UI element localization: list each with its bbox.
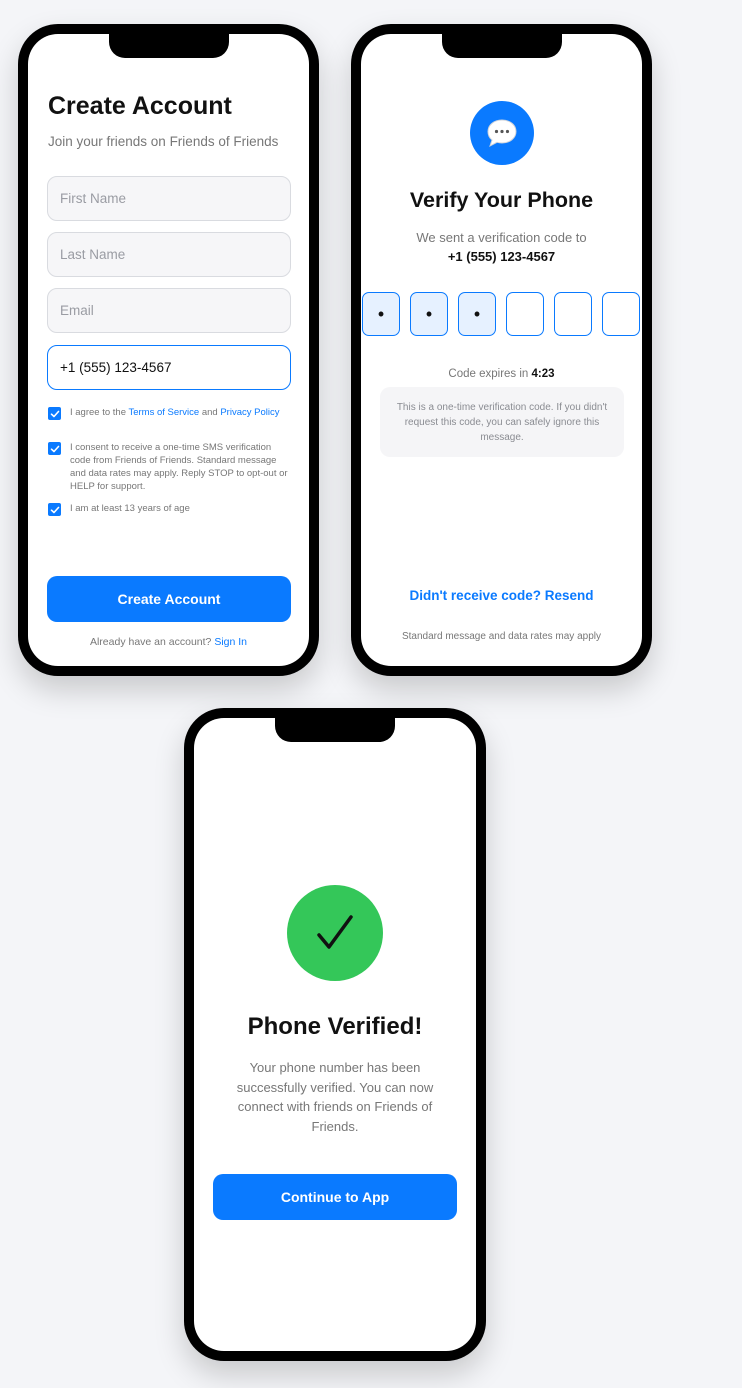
last-name-input[interactable] xyxy=(47,232,291,277)
rates-disclaimer: Standard message and data rates may appl… xyxy=(401,631,601,642)
phone-input[interactable] xyxy=(47,345,291,390)
first-name-input[interactable] xyxy=(47,176,291,221)
page-title: Verify Your Phone xyxy=(409,188,594,212)
phone-notch xyxy=(441,34,562,58)
code-expiry: Code expires in 4:23 xyxy=(448,368,555,380)
success-message: Your phone number has been successfully … xyxy=(236,1060,434,1134)
phone-frame-verify: Verify Your Phone We sent a verification… xyxy=(351,24,652,676)
age-row: I am at least 13 years of age xyxy=(48,502,293,516)
security-notice: This is a one-time verification code. If… xyxy=(380,387,624,457)
resend-code-link[interactable]: Didn't receive code? Resend xyxy=(361,588,642,603)
page-title: Phone Verified! xyxy=(247,1013,423,1040)
phone-frame-signup: Create Account Join your friends on Frie… xyxy=(18,24,319,676)
sign-in-link[interactable]: Sign In xyxy=(214,636,247,648)
privacy-policy-link[interactable]: Privacy Policy xyxy=(220,407,279,418)
age-label: I am at least 13 years of age xyxy=(70,503,190,514)
terms-checkbox[interactable] xyxy=(48,407,61,420)
terms-label: I agree to the Terms of Service and Priv… xyxy=(70,407,280,418)
page-title: Create Account xyxy=(48,92,232,120)
signup-screen: Create Account Join your friends on Frie… xyxy=(28,34,309,666)
code-digit-1[interactable]: • xyxy=(362,292,400,336)
email-input[interactable] xyxy=(47,288,291,333)
code-sent-text: We sent a verification code to xyxy=(416,230,587,245)
create-account-button[interactable]: Create Account xyxy=(47,576,291,622)
sms-consent-checkbox[interactable] xyxy=(48,442,61,455)
message-bubble-icon xyxy=(470,101,534,165)
code-digit-4[interactable] xyxy=(506,292,544,336)
expiry-timer: 4:23 xyxy=(531,368,555,380)
terms-row: I agree to the Terms of Service and Priv… xyxy=(48,406,293,420)
terms-of-service-link[interactable]: Terms of Service xyxy=(128,407,199,418)
code-digit-2[interactable]: • xyxy=(410,292,448,336)
checkmark-icon xyxy=(287,885,383,981)
age-checkbox[interactable] xyxy=(48,503,61,516)
sign-in-prompt: Already have an account? Sign In xyxy=(89,636,248,648)
page-subtitle: Join your friends on Friends of Friends xyxy=(48,134,279,149)
phone-notch xyxy=(108,34,229,58)
sms-consent-label: I consent to receive a one-time SMS veri… xyxy=(70,442,288,492)
phone-notch xyxy=(275,718,395,742)
code-input-row: • • • xyxy=(362,292,642,336)
phone-number: +1 (555) 123-4567 xyxy=(447,249,556,264)
continue-to-app-button[interactable]: Continue to App xyxy=(213,1174,457,1220)
phone-frame-verified: Phone Verified! Your phone number has be… xyxy=(184,708,486,1361)
sms-consent-row: I consent to receive a one-time SMS veri… xyxy=(48,441,293,493)
verify-screen: Verify Your Phone We sent a verification… xyxy=(361,34,642,666)
code-digit-6[interactable] xyxy=(602,292,640,336)
code-digit-5[interactable] xyxy=(554,292,592,336)
code-digit-3[interactable]: • xyxy=(458,292,496,336)
verified-screen: Phone Verified! Your phone number has be… xyxy=(194,718,476,1351)
